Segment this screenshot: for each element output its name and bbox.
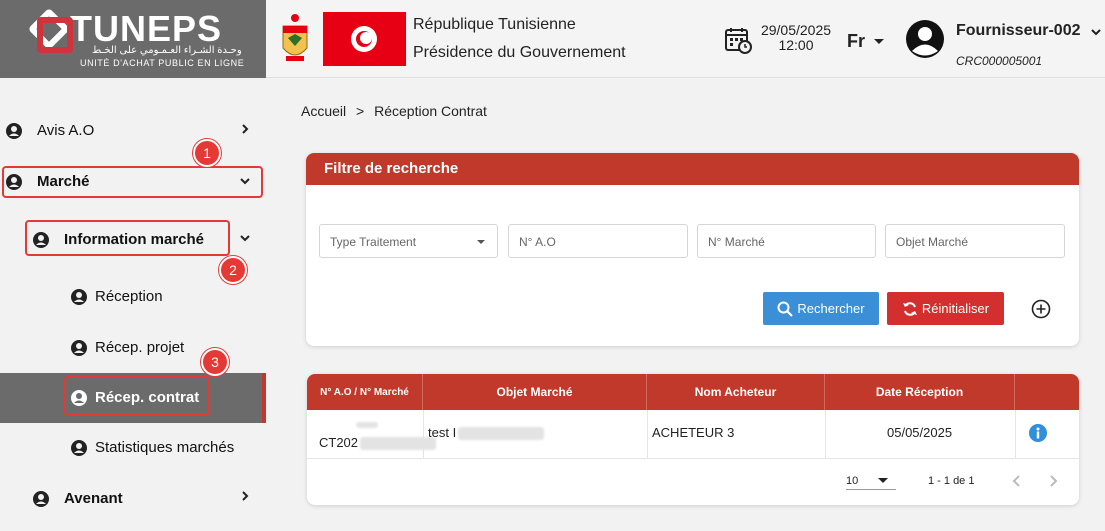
caret-down-icon[interactable] [878, 478, 888, 483]
caret-down-icon [874, 39, 884, 44]
highlight-information-marche [25, 220, 230, 256]
user-avatar-icon[interactable] [906, 20, 944, 58]
col-objet[interactable]: Objet Marché [423, 374, 647, 410]
col-actions [1015, 374, 1079, 410]
chevron-down-icon[interactable] [1090, 26, 1102, 38]
marker-3: 3 [201, 348, 229, 376]
ao-number-input[interactable]: N° A.O [508, 224, 688, 258]
sidebar-item-statistiques[interactable]: Statistiques marchés [71, 439, 234, 456]
chevron-left-icon[interactable] [1011, 474, 1023, 488]
col-ao-marche[interactable]: N° A.O / N° Marché [307, 374, 423, 410]
chevron-right-icon[interactable] [1047, 474, 1059, 488]
sidebar: Avis A.O Marché Information marché Récep… [0, 78, 266, 531]
sidebar-active-indicator [262, 373, 266, 423]
marche-number-input[interactable]: N° Marché [697, 224, 876, 258]
page-size-value: 10 [846, 475, 859, 487]
highlight-recep-contrat [64, 376, 210, 416]
user-code: CRC000005001 [956, 54, 1043, 68]
user-circle-icon [71, 439, 87, 456]
sidebar-item-label: Réception [95, 288, 163, 305]
filter-title: Filtre de recherche [306, 153, 1079, 185]
chevron-down-icon[interactable] [239, 232, 251, 244]
chevron-right-icon[interactable] [239, 490, 251, 502]
sidebar-item-reception[interactable]: Réception [71, 288, 163, 305]
sidebar-item-label: Récep. projet [95, 339, 185, 356]
language-selector[interactable]: Fr [847, 31, 884, 52]
col-date[interactable]: Date Réception [825, 374, 1015, 410]
add-circle-icon[interactable] [1031, 299, 1051, 319]
gov-line2: Présidence du Gouvernement [413, 44, 626, 61]
objet-marche-input[interactable]: Objet Marché [885, 224, 1065, 258]
ao-number-placeholder: N° A.O [519, 235, 556, 249]
reset-label: Réinitialiser [921, 301, 990, 316]
user-circle-icon [71, 339, 87, 356]
date: 29/05/2025 [760, 22, 832, 38]
highlight-marche [2, 166, 263, 198]
sidebar-item-avenant[interactable]: Avenant [33, 490, 123, 507]
user-circle-icon [6, 122, 22, 139]
user-name[interactable]: Fournisseur-002 [956, 22, 1080, 40]
marker-2: 2 [219, 256, 247, 284]
tunisia-emblem-icon [282, 14, 308, 61]
logo-name: TUNEPS [70, 8, 223, 49]
sidebar-item-avis-ao[interactable]: Avis A.O [6, 122, 94, 139]
type-traitement-select[interactable]: Type Traitement [319, 224, 498, 258]
cell-acheteur: ACHETEUR 3 [652, 425, 735, 440]
breadcrumb: Accueil > Réception Contrat [301, 103, 487, 119]
cell-objet: test I [428, 425, 545, 441]
breadcrumb-separator: > [356, 103, 365, 119]
search-label: Rechercher [797, 301, 865, 316]
sidebar-item-label: Avis A.O [37, 122, 95, 139]
time: 12:00 [778, 37, 814, 53]
gov-line1: République Tunisienne [413, 16, 576, 33]
sidebar-item-label: Statistiques marchés [95, 439, 235, 456]
col-acheteur[interactable]: Nom Acheteur [647, 374, 825, 410]
reset-button[interactable]: Réinitialiser [887, 292, 1004, 325]
caret-down-icon [477, 240, 485, 244]
logo-subtitle: UNITÉ D'ACHAT PUBLIC EN LIGNE [80, 58, 245, 68]
logo[interactable]: TUNEPS وحـدة الشـراء العـمـومي على الخـط… [0, 0, 266, 78]
top-bar: République Tunisienne Présidence du Gouv… [266, 0, 1105, 78]
tunisia-flag-icon [323, 12, 406, 66]
sidebar-item-label: Avenant [64, 490, 123, 507]
info-icon[interactable] [1029, 424, 1047, 442]
user-circle-icon [71, 288, 87, 305]
marche-number-placeholder: N° Marché [708, 235, 765, 249]
table-header: N° A.O / N° Marché Objet Marché Nom Ache… [307, 374, 1079, 410]
cell-ao: CT202 [319, 435, 437, 451]
date-time: 29/05/2025 12:00 [756, 23, 836, 53]
chevron-right-icon[interactable] [239, 123, 251, 135]
sidebar-item-recep-projet[interactable]: Récep. projet [71, 339, 184, 356]
type-traitement-placeholder: Type Traitement [330, 235, 417, 249]
breadcrumb-home[interactable]: Accueil [301, 103, 346, 119]
page-size-select[interactable]: 10 [846, 475, 858, 487]
marker-1: 1 [193, 139, 221, 167]
objet-marche-placeholder: Objet Marché [896, 235, 969, 249]
breadcrumb-current: Réception Contrat [374, 103, 487, 119]
filter-card: Filtre de recherche Type Traitement N° A… [306, 153, 1079, 346]
search-button[interactable]: Rechercher [763, 292, 879, 325]
tuneps-logo-icon [34, 14, 73, 53]
user-circle-icon [33, 490, 49, 507]
language-label: Fr [847, 31, 865, 51]
cell-date: 05/05/2025 [887, 425, 953, 440]
logo-arabic: وحـدة الشـراء العـمـومي على الخـط [92, 45, 242, 56]
refresh-icon [902, 301, 917, 316]
calendar-clock-icon [725, 28, 752, 54]
results-table: N° A.O / N° Marché Objet Marché Nom Ache… [307, 374, 1079, 505]
search-icon [777, 301, 794, 317]
pagination-range: 1 - 1 de 1 [928, 475, 975, 487]
